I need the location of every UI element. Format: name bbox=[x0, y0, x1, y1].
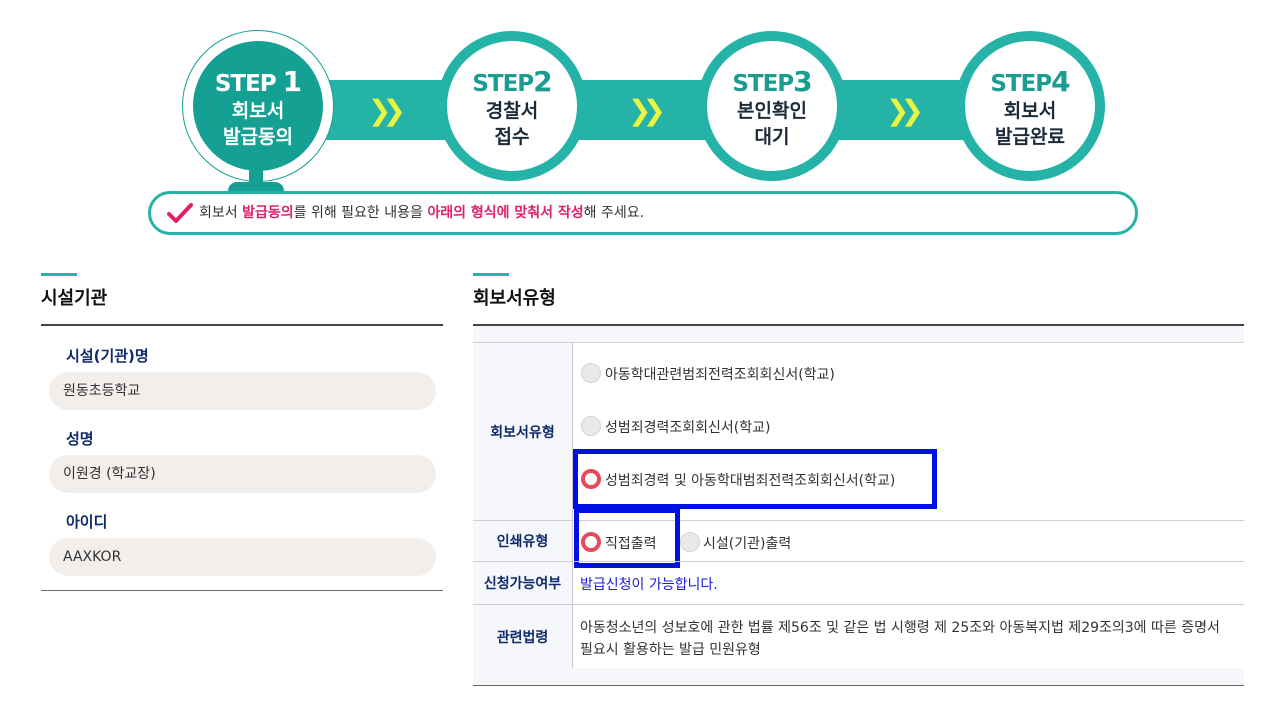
report-table-bottom-divider bbox=[473, 685, 1244, 686]
print-type-option-facility[interactable]: 시설(기관)출력 bbox=[703, 533, 791, 553]
double-chevron-right-icon: ❯❯ bbox=[886, 94, 924, 127]
step-3-label: STEP3 bbox=[732, 65, 812, 98]
facility-title-bar bbox=[41, 273, 77, 276]
availability-status: 발급신청이 가능합니다. bbox=[580, 577, 718, 593]
notice-highlight-2: 아래의 형식에 맞춰서 작성 bbox=[427, 205, 584, 221]
print-type-radio-facility[interactable] bbox=[680, 532, 700, 552]
facility-name-field[interactable]: 원동초등학교 bbox=[49, 372, 436, 410]
facility-name-label: 시설(기관)명 bbox=[66, 347, 149, 365]
step-1-title-line1: 회보서 bbox=[231, 100, 285, 122]
related-law-text: 아동청소년의 성보호에 관한 법률 제56조 및 같은 법 시행령 제 25조와… bbox=[580, 620, 1220, 658]
step-2-label: STEP2 bbox=[472, 65, 552, 98]
print-type-header: 인쇄유형 bbox=[473, 521, 573, 561]
report-type-option-2[interactable]: 성범죄경력조회회신서(학교) bbox=[605, 417, 770, 437]
report-title-bar bbox=[473, 273, 509, 276]
step-4-label: STEP4 bbox=[990, 65, 1070, 98]
double-chevron-right-icon: ❯❯ bbox=[368, 94, 406, 127]
report-type-radio-1[interactable] bbox=[581, 363, 601, 383]
step-3-title-line2: 대기 bbox=[754, 126, 790, 148]
facility-bottom-divider bbox=[41, 590, 443, 591]
person-name-label: 성명 bbox=[66, 430, 94, 448]
report-table-header-band bbox=[473, 326, 1244, 342]
report-type-header: 회보서유형 bbox=[473, 343, 573, 520]
double-chevron-right-icon: ❯❯ bbox=[628, 94, 666, 127]
facility-top-divider bbox=[41, 324, 443, 326]
step-1-title-line2: 발급동의 bbox=[223, 126, 293, 148]
selected-print-highlight-box bbox=[574, 508, 680, 568]
notice-highlight-1: 발급동의 bbox=[242, 205, 294, 221]
notice-text-1: 회보서 bbox=[199, 205, 243, 221]
related-law-header: 관련법령 bbox=[473, 605, 573, 668]
step-3-title-line1: 본인확인 bbox=[737, 100, 807, 122]
person-name-field[interactable]: 이원경 (학교장) bbox=[49, 455, 436, 493]
checkmark-icon bbox=[167, 203, 193, 223]
step-3-circle: STEP3 본인확인 대기 bbox=[697, 31, 847, 181]
row-divider bbox=[473, 561, 1244, 562]
report-title: 회보서유형 bbox=[473, 288, 556, 309]
step-4-title-line1: 회보서 bbox=[1003, 100, 1057, 122]
notice-text-3: 해 주세요. bbox=[583, 205, 645, 221]
availability-header: 신청가능여부 bbox=[473, 562, 573, 604]
step-4-circle: STEP4 회보서 발급완료 bbox=[955, 31, 1105, 181]
report-type-option-1[interactable]: 아동학대관련범죄전력조회회신서(학교) bbox=[605, 364, 835, 384]
step-1-label: STEP 1 bbox=[214, 65, 302, 98]
step-2-title-line1: 경찰서 bbox=[485, 100, 539, 122]
step-1-circle: STEP 1 회보서 발급동의 bbox=[183, 31, 333, 181]
report-type-radio-2[interactable] bbox=[581, 416, 601, 436]
notice-text-2: 를 위해 필요한 내용을 bbox=[293, 205, 428, 221]
facility-title: 시설기관 bbox=[41, 288, 108, 309]
report-table-footer-band bbox=[473, 668, 1244, 685]
selected-type-highlight-box bbox=[573, 449, 937, 509]
instruction-notice: 회보서 발급동의를 위해 필요한 내용을 아래의 형식에 맞춰서 작성해 주세요… bbox=[148, 191, 1138, 235]
step-4-title-line2: 발급완료 bbox=[995, 126, 1065, 148]
user-id-label: 아이디 bbox=[66, 513, 108, 531]
step-2-circle: STEP2 경찰서 접수 bbox=[437, 31, 587, 181]
step-2-title-line2: 접수 bbox=[494, 126, 530, 148]
row-divider bbox=[473, 604, 1244, 605]
user-id-field[interactable]: AAXKOR bbox=[49, 538, 436, 576]
row-divider bbox=[473, 342, 1244, 343]
